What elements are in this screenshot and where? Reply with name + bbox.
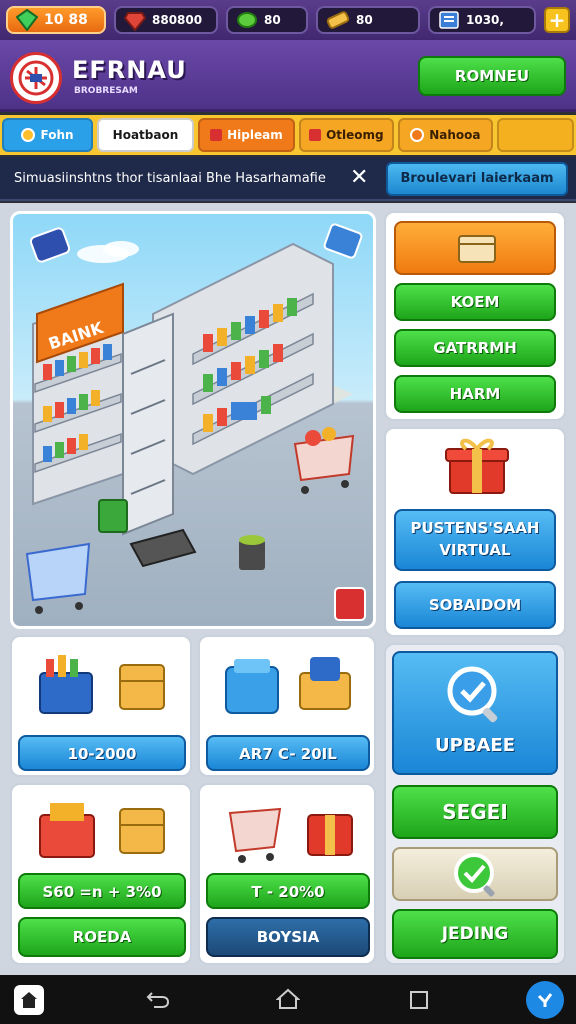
resource-trophy[interactable]: 1030, bbox=[428, 6, 536, 34]
upgrade-label: UPBAEE bbox=[434, 735, 516, 756]
resource-trophy-value: 1030, bbox=[466, 13, 504, 27]
shop-card-3-price[interactable]: S60 =n + 3%0 bbox=[18, 873, 186, 909]
check-circle-icon bbox=[454, 853, 495, 897]
crate-icon bbox=[458, 235, 496, 263]
brand-title: EFRNAU bbox=[72, 56, 187, 84]
game-logo bbox=[10, 52, 62, 104]
shop-card-2-price[interactable]: AR7 C- 20IL bbox=[206, 735, 370, 771]
resource-gems[interactable]: 10 88 bbox=[6, 6, 106, 34]
header-action-button[interactable]: ROMNEU bbox=[418, 56, 566, 96]
shop-card-3[interactable]: S60 =n + 3%0 ROEDA bbox=[10, 783, 192, 965]
tab-label: Otleomg bbox=[326, 128, 384, 142]
resource-gems-value: 10 88 bbox=[44, 12, 88, 28]
shop-card-1[interactable]: 10-2000 bbox=[10, 635, 192, 777]
shop-card-3-button[interactable]: ROEDA bbox=[18, 917, 186, 957]
shop-card-4-button[interactable]: BOYSIA bbox=[206, 917, 370, 957]
upgrade-panel: UPBAEE SEGEI JEDING bbox=[384, 643, 566, 965]
resource-leaves-value: 80 bbox=[264, 13, 281, 27]
shop-card-4-price[interactable]: T - 20%0 bbox=[206, 873, 370, 909]
promo-title: PUSTENS'SAAH VIRTUAL bbox=[394, 509, 556, 571]
coin-icon bbox=[410, 128, 425, 142]
jeding-button[interactable]: JEDING bbox=[392, 909, 558, 959]
system-nav-bar bbox=[0, 975, 576, 1024]
assistant-icon[interactable] bbox=[526, 981, 564, 1019]
store-scene[interactable]: BAINK bbox=[10, 211, 376, 629]
tab-hoatbaon[interactable]: Hoatbaon bbox=[97, 118, 194, 152]
menu-item-koem[interactable]: KOEM bbox=[394, 283, 556, 321]
product-icon bbox=[39, 655, 165, 714]
product-icon bbox=[39, 803, 165, 858]
resource-gold-value: 80 bbox=[356, 13, 373, 27]
recents-icon[interactable] bbox=[410, 991, 428, 1009]
check-button[interactable] bbox=[392, 847, 558, 901]
resource-gold[interactable]: 80 bbox=[316, 6, 420, 34]
circle-icon bbox=[21, 128, 36, 142]
product-icon bbox=[225, 657, 351, 714]
gem-icon bbox=[16, 9, 38, 31]
product-icon bbox=[228, 807, 353, 863]
menu-item-harm[interactable]: HARM bbox=[394, 375, 556, 413]
tab-more[interactable] bbox=[496, 118, 574, 152]
store-illustration: BAINK bbox=[25, 223, 366, 621]
tab-label: Hipleam bbox=[227, 128, 283, 142]
check-magnifier-icon bbox=[447, 666, 498, 723]
promo-button[interactable]: SOBAIDOM bbox=[394, 581, 556, 629]
tag-icon bbox=[210, 129, 223, 141]
brand-subtitle: BROBRESAM bbox=[74, 86, 138, 96]
upgrade-button[interactable]: UPBAEE bbox=[392, 651, 558, 775]
resource-leaves[interactable]: 80 bbox=[226, 6, 308, 34]
trophy-icon bbox=[439, 11, 459, 29]
gift-icon bbox=[445, 438, 509, 494]
close-icon[interactable]: ✕ bbox=[350, 165, 368, 190]
shop-card-1-price[interactable]: 10-2000 bbox=[18, 735, 186, 771]
category-tabs: Fohn Hoatbaon Hipleam Otleomg Nahooa bbox=[0, 115, 576, 155]
segei-button[interactable]: SEGEI bbox=[392, 785, 558, 839]
plus-icon: + bbox=[548, 8, 566, 32]
menu-item-gatrrmh[interactable]: GATRRMH bbox=[394, 329, 556, 367]
shop-card-4[interactable]: T - 20%0 BOYSIA bbox=[198, 783, 376, 965]
tag-icon bbox=[309, 129, 322, 141]
shop-card-2[interactable]: AR7 C- 20IL bbox=[198, 635, 376, 777]
ruby-icon bbox=[124, 12, 146, 31]
tab-hipleam[interactable]: Hipleam bbox=[197, 118, 295, 152]
notice-text: Simuasiinshtns thor tisanlaai Bhe Hasarh… bbox=[14, 171, 326, 186]
tab-label: Fohn bbox=[40, 128, 74, 142]
add-currency-button[interactable]: + bbox=[544, 7, 570, 33]
tab-nahooa[interactable]: Nahooa bbox=[397, 118, 493, 152]
notice-bar: Simuasiinshtns thor tisanlaai Bhe Hasarh… bbox=[0, 157, 576, 201]
resource-rubies[interactable]: 880800 bbox=[114, 6, 218, 34]
main-content: BAINK KOEM GATRRMH HARM PUSTENS'SAAH VIR… bbox=[0, 203, 576, 975]
home-button-icon[interactable] bbox=[275, 988, 301, 1014]
resource-bar: 10 88 880800 80 80 1030, + bbox=[0, 0, 576, 40]
tab-fohn[interactable]: Fohn bbox=[2, 118, 94, 152]
crate-button[interactable] bbox=[394, 221, 556, 275]
notice-button[interactable]: Broulevari laierkaam bbox=[386, 162, 568, 196]
side-menu-panel: KOEM GATRRMH HARM bbox=[384, 211, 566, 421]
tab-label: Nahooa bbox=[429, 128, 481, 142]
promo-panel: PUSTENS'SAAH VIRTUAL SOBAIDOM bbox=[384, 427, 566, 637]
tab-otleomg[interactable]: Otleomg bbox=[298, 118, 394, 152]
tab-label: Hoatbaon bbox=[112, 128, 179, 142]
gold-bar-icon bbox=[326, 11, 350, 29]
resource-rubies-value: 880800 bbox=[152, 13, 203, 27]
home-icon[interactable] bbox=[14, 985, 44, 1015]
back-icon[interactable] bbox=[146, 989, 170, 1013]
leaf-icon bbox=[237, 12, 257, 28]
